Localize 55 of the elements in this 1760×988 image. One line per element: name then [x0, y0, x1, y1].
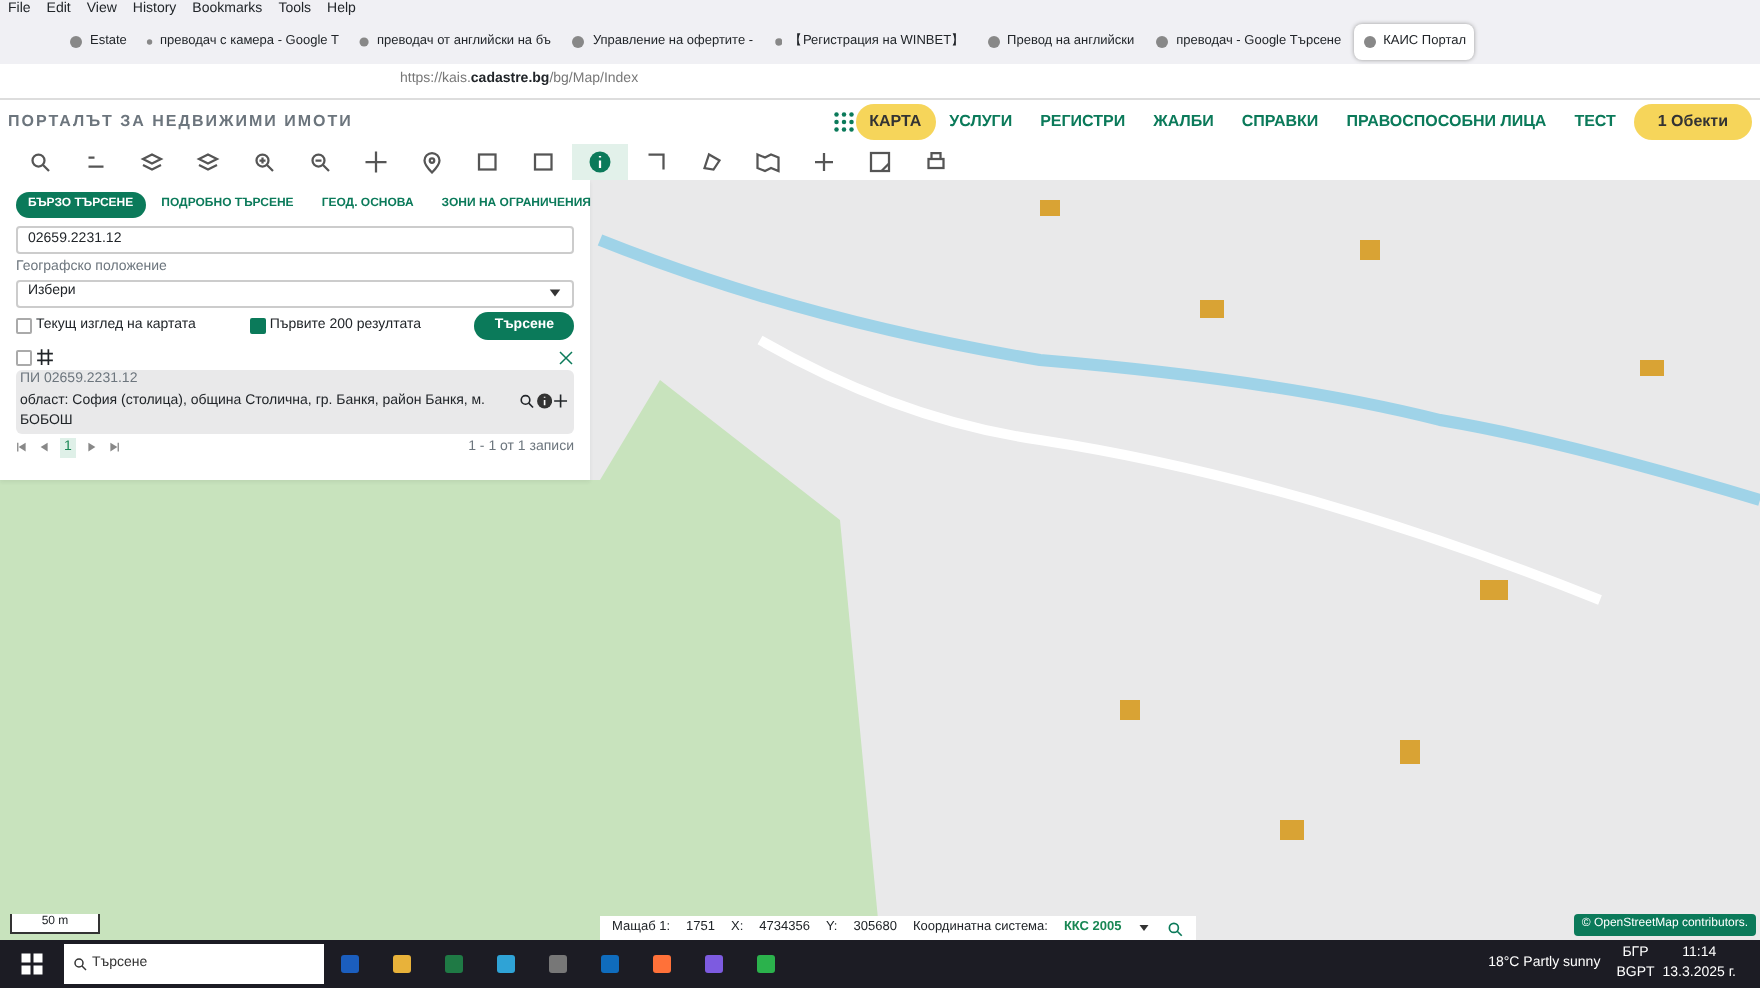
info-icon[interactable] — [535, 392, 553, 411]
search-icon[interactable] — [518, 392, 536, 411]
favicon-icon — [358, 34, 372, 50]
rectangle-icon — [476, 150, 500, 174]
last-page-icon[interactable] — [105, 440, 120, 455]
app-icon[interactable] — [702, 952, 726, 976]
nav-link[interactable]: ТЕСТ — [1560, 104, 1630, 140]
note-icon — [868, 150, 892, 174]
app-icon[interactable] — [754, 952, 778, 976]
rectangle-icon — [532, 150, 556, 174]
nav-link[interactable]: ЖАЛБИ — [1139, 104, 1228, 140]
info-tool[interactable] — [572, 144, 628, 180]
info-icon — [588, 150, 612, 174]
nav-link[interactable]: РЕГИСТРИ — [1026, 104, 1140, 140]
zoom-in-icon — [252, 150, 276, 174]
search-icon — [28, 150, 52, 174]
select-all-checkbox[interactable] — [16, 349, 32, 365]
apps-grid-icon[interactable] — [831, 110, 856, 134]
portal-title: ПОРТАЛЪТ ЗА НЕДВИЖИМИ ИМОТИ — [8, 110, 353, 134]
grid-icon — [36, 348, 54, 366]
angle-icon — [644, 150, 668, 174]
next-page-icon[interactable] — [83, 440, 98, 455]
previous-page-icon[interactable] — [38, 440, 52, 455]
polygon-icon — [700, 150, 724, 174]
first-page-icon[interactable] — [16, 440, 30, 455]
checkbox[interactable] — [16, 317, 32, 334]
app-icon[interactable] — [650, 952, 674, 976]
app-icon[interactable] — [390, 952, 414, 976]
search-icon — [72, 956, 88, 972]
favicon-icon — [1361, 34, 1378, 50]
caret-icon[interactable] — [1137, 922, 1150, 934]
favicon-icon — [773, 34, 783, 50]
windows-icon[interactable] — [20, 952, 44, 976]
layers-icon — [140, 150, 164, 174]
favicon-icon — [570, 34, 587, 50]
layers-icon — [196, 150, 220, 174]
favicon-icon — [1154, 34, 1171, 50]
nav-link[interactable]: СПРАВКИ — [1227, 104, 1333, 140]
print-icon — [924, 150, 948, 174]
favicon-icon — [68, 34, 84, 50]
add-icon[interactable] — [552, 392, 570, 411]
map-icon — [756, 150, 780, 174]
checkbox[interactable] — [249, 317, 266, 334]
app-icon[interactable] — [494, 952, 518, 976]
app-icon[interactable] — [546, 952, 570, 976]
favicon-icon — [146, 34, 154, 50]
objects-button[interactable]: 1 Обекти — [1633, 104, 1752, 140]
nav-link[interactable]: КАРТА — [855, 104, 936, 140]
expand-icon — [558, 349, 574, 365]
pin-icon — [420, 150, 444, 174]
zoom-out-icon — [308, 150, 332, 174]
nav-link[interactable]: ПРАВОСПОСОБНИ ЛИЦА — [1332, 104, 1561, 140]
caret-icon[interactable] — [548, 286, 562, 300]
nav-link[interactable]: УСЛУГИ — [935, 104, 1027, 140]
favicon-icon — [985, 34, 1002, 50]
